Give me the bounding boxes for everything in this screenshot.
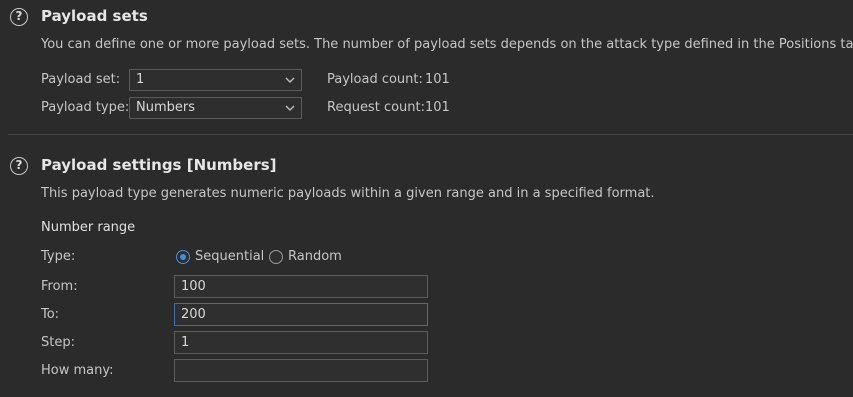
to-input[interactable] — [174, 303, 428, 326]
payload-type-label: Payload type: — [41, 100, 130, 115]
step-label: Step: — [41, 335, 75, 350]
payload-sets-title: Payload sets — [41, 7, 148, 25]
payload-set-label: Payload set: — [41, 72, 121, 87]
payload-type-select[interactable]: Numbers — [129, 97, 302, 119]
help-icon[interactable]: ? — [10, 157, 28, 175]
payload-set-value: 1 — [136, 72, 145, 87]
sequential-radio-label[interactable]: Sequential — [195, 249, 264, 264]
how-many-label: How many: — [41, 363, 114, 378]
how-many-input[interactable] — [174, 359, 428, 382]
payload-count-value: 101 — [425, 72, 450, 87]
payload-set-select[interactable]: 1 — [129, 69, 302, 91]
to-label: To: — [41, 307, 60, 322]
from-input[interactable] — [174, 275, 428, 298]
number-range-heading: Number range — [41, 220, 136, 235]
payload-settings-title: Payload settings [Numbers] — [41, 156, 277, 174]
payload-settings-description: This payload type generates numeric payl… — [41, 186, 655, 201]
from-label: From: — [41, 279, 78, 294]
chevron-down-icon — [285, 77, 295, 83]
random-radio[interactable] — [269, 250, 283, 264]
help-icon[interactable]: ? — [10, 8, 28, 26]
section-divider — [8, 134, 853, 135]
chevron-down-icon — [285, 105, 295, 111]
payload-sets-description: You can define one or more payload sets.… — [41, 37, 853, 52]
type-label: Type: — [41, 249, 76, 264]
payload-type-value: Numbers — [136, 100, 195, 115]
payload-count-label: Payload count: — [327, 72, 423, 87]
intruder-payloads-panel: ? Payload sets You can define one or mor… — [0, 0, 853, 397]
sequential-radio[interactable] — [176, 250, 190, 264]
request-count-value: 101 — [425, 100, 450, 115]
step-input[interactable] — [174, 331, 428, 354]
random-radio-label[interactable]: Random — [288, 249, 342, 264]
request-count-label: Request count: — [327, 100, 425, 115]
